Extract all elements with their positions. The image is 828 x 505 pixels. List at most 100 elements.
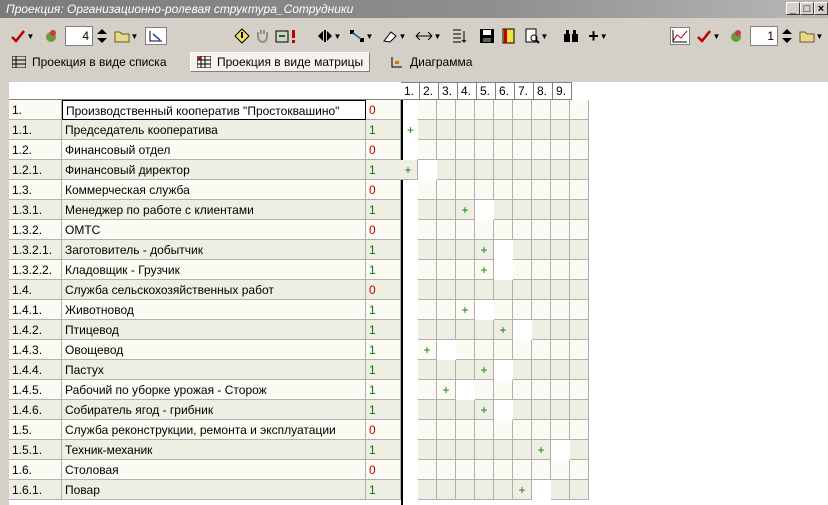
matrix-cell[interactable]	[513, 300, 532, 320]
row-number-cell[interactable]: 1.4.4.	[9, 360, 62, 380]
book-icon[interactable]	[500, 27, 518, 45]
matrix-cell[interactable]	[551, 420, 570, 440]
table-row[interactable]: 1.4.6. Собиратель ягод - грибник 1	[9, 400, 401, 420]
row-value-cell[interactable]: 1	[366, 200, 401, 220]
matrix-cell[interactable]: +	[475, 360, 494, 380]
matrix-cell[interactable]	[418, 120, 437, 140]
row-name-cell[interactable]: Заготовитель - добытчик	[62, 240, 366, 260]
matrix-cell[interactable]	[551, 320, 570, 340]
matrix-cell[interactable]	[456, 180, 475, 200]
row-number-cell[interactable]: 1.4.5.	[9, 380, 62, 400]
row-number-cell[interactable]: 1.5.1.	[9, 440, 62, 460]
matrix-cell[interactable]	[418, 360, 437, 380]
matrix-cell[interactable]	[437, 460, 456, 480]
row-value-cell[interactable]: 1	[366, 120, 401, 140]
matrix-cell[interactable]	[437, 200, 456, 220]
save-icon[interactable]	[478, 27, 496, 45]
matrix-cell[interactable]	[456, 160, 475, 180]
matrix-cell[interactable]	[551, 220, 570, 240]
matrix-cell[interactable]	[437, 180, 456, 200]
matrix-cell[interactable]	[570, 300, 589, 320]
matrix-cell[interactable]	[456, 220, 475, 240]
matrix-cell[interactable]	[570, 240, 589, 260]
matrix-cell[interactable]	[570, 180, 589, 200]
row-value-cell[interactable]: 1	[366, 320, 401, 340]
matrix-cell[interactable]	[532, 240, 551, 260]
spin-arrows-icon[interactable]	[94, 27, 110, 45]
table-row[interactable]: 1.6.1. Повар 1	[9, 480, 401, 500]
matrix-column-header[interactable]: 5.	[477, 82, 496, 100]
matrix-cell[interactable]	[551, 240, 570, 260]
matrix-cell[interactable]	[418, 300, 437, 320]
matrix-cell[interactable]	[494, 380, 513, 400]
matrix-cell[interactable]	[494, 100, 513, 120]
matrix-cell[interactable]	[418, 180, 437, 200]
matrix-cell[interactable]	[475, 460, 494, 480]
matrix-cell[interactable]	[570, 160, 589, 180]
matrix-cell[interactable]	[418, 140, 437, 160]
matrix-cell[interactable]	[513, 280, 532, 300]
row-number-cell[interactable]: 1.3.2.2.	[9, 260, 62, 280]
folder-icon[interactable]: ▼	[112, 27, 140, 45]
matrix-cell[interactable]	[570, 140, 589, 160]
matrix-cell[interactable]	[551, 360, 570, 380]
table-row[interactable]: 1.4.5. Рабочий по уборке урожая - Сторож 1	[9, 380, 401, 400]
row-name-cell[interactable]: Служба сельскохозяйственных работ	[62, 280, 366, 300]
matrix-cell[interactable]	[532, 140, 551, 160]
matrix-cell[interactable]	[551, 280, 570, 300]
matrix-cell[interactable]	[456, 400, 475, 420]
row-value-cell[interactable]: 1	[366, 380, 401, 400]
matrix-cell[interactable]	[418, 240, 437, 260]
close-button[interactable]: ×	[814, 2, 828, 15]
matrix-cell[interactable]	[551, 400, 570, 420]
eraser-icon[interactable]: ▼	[380, 27, 408, 45]
spin-arrows-right-icon[interactable]	[779, 27, 795, 45]
matrix-cell[interactable]	[437, 140, 456, 160]
row-number-cell[interactable]: 1.6.	[9, 460, 62, 480]
row-name-cell[interactable]: Птицевод	[62, 320, 366, 340]
matrix-cell[interactable]	[456, 320, 475, 340]
matrix-cell[interactable]	[532, 300, 551, 320]
binoculars-icon[interactable]	[562, 27, 580, 45]
matrix-cell[interactable]	[437, 100, 456, 120]
matrix-column-header[interactable]: 3.	[439, 82, 458, 100]
matrix-cell[interactable]	[551, 200, 570, 220]
filter-icon[interactable]	[42, 27, 60, 45]
matrix-cell[interactable]	[513, 120, 532, 140]
matrix-cell[interactable]	[475, 100, 494, 120]
matrix-cell[interactable]: +	[399, 160, 418, 180]
matrix-cell[interactable]	[532, 460, 551, 480]
row-value-cell[interactable]: 1	[366, 260, 401, 280]
matrix-cell[interactable]	[551, 480, 570, 500]
matrix-cell[interactable]	[570, 420, 589, 440]
row-name-cell[interactable]: Собиратель ягод - грибник	[62, 400, 366, 420]
matrix-cell[interactable]	[494, 300, 513, 320]
matrix-cell[interactable]	[475, 440, 494, 460]
row-value-cell[interactable]: 1	[366, 440, 401, 460]
row-value-cell[interactable]: 1	[366, 340, 401, 360]
add-icon[interactable]: + ▼	[584, 26, 612, 46]
matrix-cell[interactable]	[456, 480, 475, 500]
matrix-cell[interactable]	[570, 380, 589, 400]
matrix-cell[interactable]	[494, 480, 513, 500]
matrix-cell[interactable]	[532, 120, 551, 140]
matrix-cell[interactable]: +	[475, 240, 494, 260]
matrix-cell[interactable]	[437, 480, 456, 500]
row-value-cell[interactable]: 0	[366, 220, 401, 240]
matrix-mark[interactable]: +	[403, 120, 418, 140]
row-number-cell[interactable]: 1.4.1.	[9, 300, 62, 320]
row-value-cell[interactable]: 1	[366, 160, 401, 180]
matrix-cell[interactable]	[570, 320, 589, 340]
row-name-cell[interactable]: Повар	[62, 480, 366, 500]
matrix-cell[interactable]	[456, 240, 475, 260]
table-row[interactable]: 1.4.2. Птицевод 1	[9, 320, 401, 340]
matrix-cell[interactable]	[494, 420, 513, 440]
matrix-cell[interactable]	[494, 220, 513, 240]
matrix-cell[interactable]	[513, 180, 532, 200]
row-name-cell[interactable]: Коммерческая служба	[62, 180, 366, 200]
matrix-cell[interactable]	[456, 460, 475, 480]
table-row[interactable]: 1.3.1. Менеджер по работе с клиентами 1	[9, 200, 401, 220]
matrix-cell[interactable]	[437, 420, 456, 440]
matrix-cell[interactable]	[494, 180, 513, 200]
folder-right-icon[interactable]: ▼	[797, 27, 825, 45]
